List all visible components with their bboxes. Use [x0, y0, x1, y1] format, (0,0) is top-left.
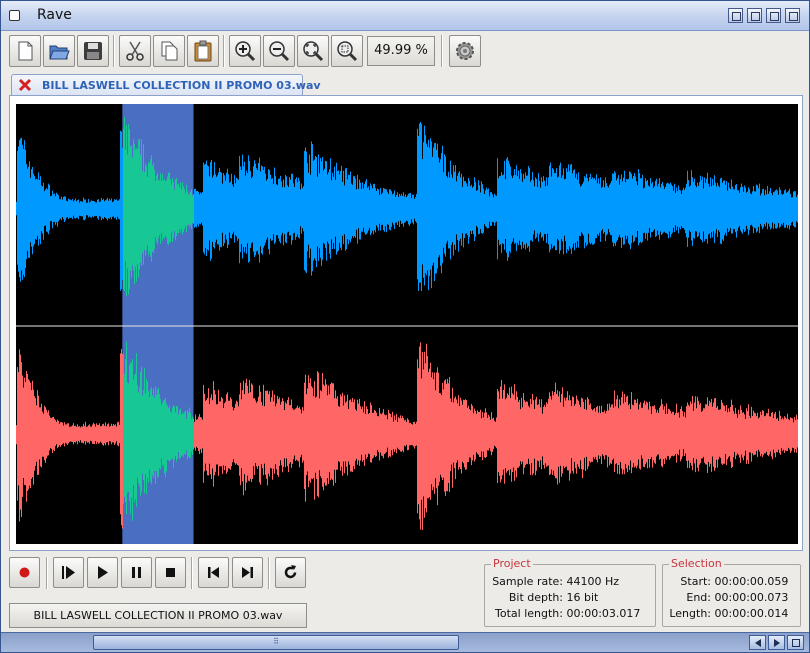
window-title: Rave — [37, 7, 72, 23]
skip-to-start-icon — [208, 567, 219, 578]
pause-button[interactable] — [121, 557, 152, 588]
zoom-selection-button[interactable] — [331, 35, 363, 67]
cut-button[interactable] — [119, 35, 151, 67]
zoom-in-button[interactable] — [229, 35, 261, 67]
project-panel-title: Project — [491, 557, 533, 570]
square-icon — [792, 639, 800, 647]
selection-panel: Selection Start: 00:00:00.059 End: 00:00… — [662, 557, 801, 627]
sample-rate-row: Sample rate: 44100 Hz — [490, 575, 619, 588]
bit-depth-value: 16 bit — [566, 591, 599, 604]
play-selection-button[interactable] — [53, 557, 84, 588]
new-file-icon — [18, 41, 33, 61]
sample-rate-value: 44100 Hz — [566, 575, 620, 588]
minimize-icon[interactable] — [747, 8, 762, 23]
skip-to-start-button[interactable] — [198, 557, 229, 588]
save-button[interactable] — [77, 35, 109, 67]
title-bar[interactable]: Rave — [1, 1, 809, 31]
zoom-fit-button[interactable] — [297, 35, 329, 67]
settings-button[interactable] — [449, 35, 481, 67]
selection-start-label: Start: — [680, 575, 711, 588]
selection-end-value: 00:00:00.073 — [714, 591, 789, 604]
scrollbar-thumb[interactable]: ⠿ — [93, 635, 459, 650]
bit-depth-row: Bit depth: 16 bit — [490, 591, 599, 604]
copy-button[interactable] — [153, 35, 185, 67]
paste-button[interactable] — [187, 35, 219, 67]
zoom-selection-icon — [337, 41, 358, 62]
new-button[interactable] — [9, 35, 41, 67]
total-length-value: 00:00:03.017 — [566, 607, 641, 620]
transport-separator — [268, 557, 270, 589]
sample-rate-label: Sample rate: — [492, 575, 563, 588]
open-folder-icon — [49, 45, 70, 60]
play-icon — [98, 566, 108, 579]
pause-icon — [132, 567, 141, 578]
iconify-icon[interactable] — [728, 8, 743, 23]
toolbar-separator — [223, 35, 225, 67]
app-window: Rave 49.99 % BILL LASWELL COLLECTION II … — [0, 0, 810, 653]
paste-icon — [194, 40, 212, 62]
record-button[interactable] — [9, 557, 40, 588]
selection-length-value: 00:00:00.014 — [714, 607, 789, 620]
loop-icon — [284, 565, 297, 579]
window-menu-icon[interactable] — [9, 10, 20, 21]
horizontal-scrollbar[interactable]: ⠿ — [1, 632, 809, 652]
depth-icon[interactable] — [785, 8, 800, 23]
waveform-panel — [9, 95, 803, 551]
selection-end-label: End: — [686, 591, 711, 604]
arrow-left-icon — [755, 639, 761, 647]
arrow-right-icon — [774, 639, 780, 647]
tab-label: BILL LASWELL COLLECTION II PROMO 03.wav — [42, 79, 321, 92]
close-tab-icon[interactable] — [18, 78, 32, 92]
cut-icon — [126, 41, 144, 61]
selection-start-value: 00:00:00.059 — [714, 575, 789, 588]
zoom-out-button[interactable] — [263, 35, 295, 67]
skip-to-end-button[interactable] — [232, 557, 263, 588]
selection-end-row: End: 00:00:00.073 — [667, 591, 788, 604]
play-selection-icon — [62, 566, 75, 579]
zoom-out-icon — [269, 41, 290, 62]
skip-to-end-icon — [242, 567, 253, 578]
scroll-end-button[interactable] — [787, 635, 804, 650]
total-length-label: Total length: — [495, 607, 563, 620]
zoom-level-field[interactable]: 49.99 % — [367, 36, 435, 66]
zoom-fit-icon — [303, 41, 324, 62]
transport-separator — [46, 557, 48, 589]
current-file-button[interactable]: BILL LASWELL COLLECTION II PROMO 03.wav — [9, 603, 307, 628]
selection-start-row: Start: 00:00:00.059 — [667, 575, 788, 588]
save-icon — [84, 42, 102, 60]
scroll-right-button[interactable] — [768, 635, 785, 650]
scroll-left-button[interactable] — [749, 635, 766, 650]
maximize-icon[interactable] — [766, 8, 781, 23]
waveform-svg[interactable] — [16, 104, 798, 544]
project-panel: Project Sample rate: 44100 Hz Bit depth:… — [484, 557, 656, 627]
play-button[interactable] — [87, 557, 118, 588]
loop-button[interactable] — [275, 557, 306, 588]
selection-length-row: Length: 00:00:00.014 — [667, 607, 788, 620]
tab-document[interactable]: BILL LASWELL COLLECTION II PROMO 03.wav — [11, 74, 321, 96]
stop-button[interactable] — [155, 557, 186, 588]
toolbar-separator — [113, 35, 115, 67]
waveform-canvas[interactable] — [16, 104, 798, 544]
zoom-in-icon — [235, 41, 256, 62]
open-button[interactable] — [43, 35, 75, 67]
bit-depth-label: Bit depth: — [508, 591, 563, 604]
settings-gear-icon — [456, 42, 474, 60]
selection-length-label: Length: — [669, 607, 711, 620]
total-length-row: Total length: 00:00:03.017 — [490, 607, 640, 620]
copy-icon — [161, 41, 178, 61]
stop-icon — [166, 568, 175, 577]
transport-separator — [191, 557, 193, 589]
selection-panel-title: Selection — [669, 557, 724, 570]
toolbar-separator — [441, 35, 443, 67]
record-icon — [19, 567, 30, 578]
